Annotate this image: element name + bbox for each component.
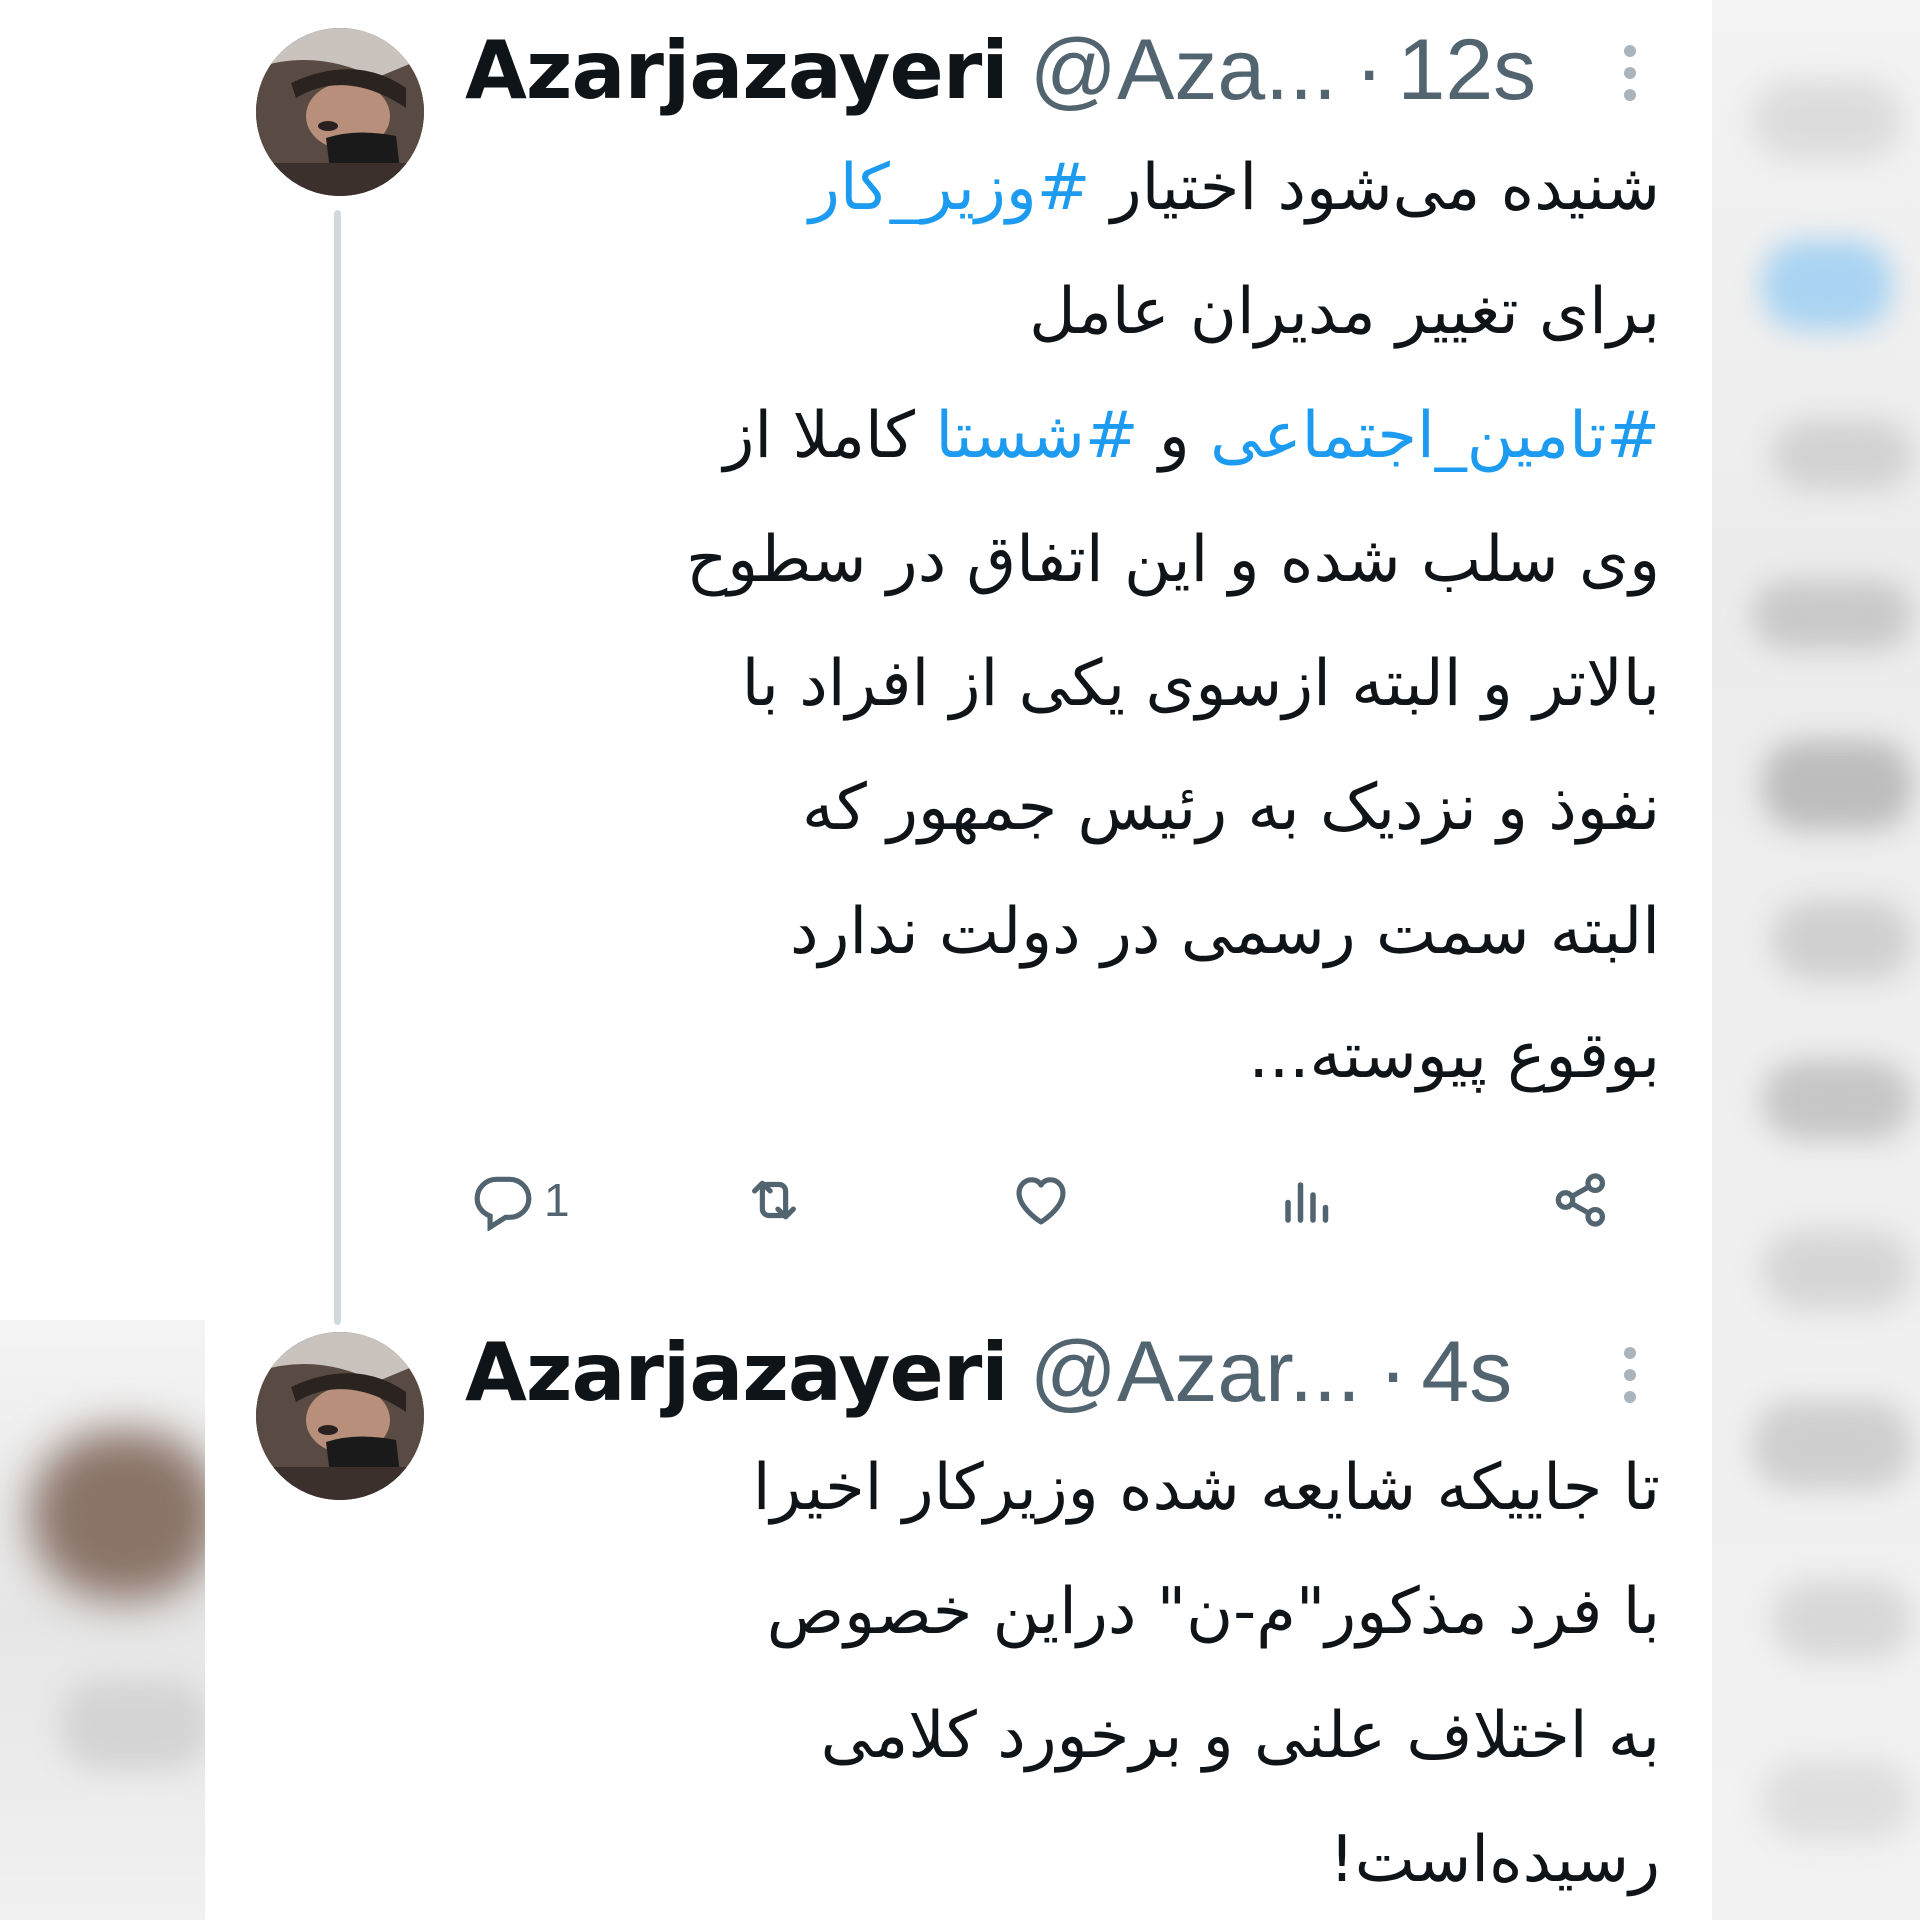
tweet-text-line: رسیده‌است! [470,1798,1660,1920]
tweet-text-line: وی سلب شده و این اتفاق در سطوح [470,498,1660,622]
tweet-text-segment: تا جاییکه شایعه شده وزیرکار اخیرا [752,1451,1660,1525]
tweet-text-line: بوقوع پیوسته... [470,994,1660,1118]
more-vertical-icon[interactable] [1615,1340,1645,1410]
tweet-text-segment: با فرد مذکور"م-ن" دراین خصوص [766,1575,1660,1649]
tweet-text-line: #تامین_اجتماعی و #شستا کاملا از [470,374,1661,498]
tweet-text-segment: البته سمت رسمی در دولت ندارد [789,895,1660,969]
display-name[interactable]: Azarjazayeri [465,1326,1009,1419]
tweet-text-line: برای تغییر مدیران عامل [470,250,1660,374]
tweet-text-line: شنیده می‌شود اختیار #وزیر_کار [470,126,1660,250]
views-button[interactable] [1278,1160,1338,1240]
tweet-header: Azarjazayeri @Azar... · 4s [465,1322,1512,1422]
avatar[interactable] [256,1332,424,1500]
user-handle[interactable]: @Aza... [1030,21,1337,120]
hashtag-link[interactable]: #شستا [935,399,1138,473]
tweet-timestamp[interactable]: 12s [1398,21,1537,120]
heart-icon [1016,1177,1066,1225]
reply-button[interactable]: 1 [470,1160,570,1240]
tweet-text-line: بالاتر و البته ازسوی یکی از افراد با [470,622,1660,746]
tweet-text-segment: به اختلاف علنی و برخورد کلامی [820,1699,1660,1773]
tweet-actions-bar: 1 [470,1160,1650,1240]
tweet-text-line: به اختلاف علنی و برخورد کلامی [470,1674,1660,1798]
reply-icon [474,1176,532,1231]
separator-dot: · [1378,1323,1408,1420]
avatar[interactable] [256,28,424,196]
blurred-timeline-edge [1712,0,1920,1920]
retweet-icon [752,1180,796,1220]
tweet-text-segment: و [1138,399,1211,473]
hashtag-link[interactable]: #تامین_اجتماعی [1210,399,1660,473]
tweet-text-segment: بالاتر و البته ازسوی یکی از افراد با [741,647,1660,721]
tweet-text-segment: برای تغییر مدیران عامل [1029,275,1660,349]
like-button[interactable] [1008,1160,1074,1240]
blurred-background-edge [0,1320,205,1920]
tweet-text-line: تا جاییکه شایعه شده وزیرکار اخیرا [470,1426,1660,1550]
tweet-text-segment: شنیده می‌شود اختیار [1090,151,1660,225]
separator-dot: · [1354,21,1384,118]
tweet-text-line: البته سمت رسمی در دولت ندارد [470,870,1660,994]
user-handle[interactable]: @Azar... [1030,1323,1361,1422]
tweet-text-segment: نفوذ و نزدیک به رئیس جمهور که [802,771,1660,845]
tweet-header: Azarjazayeri @Aza... · 12s [465,20,1536,120]
tweet-text-segment: وی سلب شده و این اتفاق در سطوح [685,523,1660,597]
screenshot-page: Azarjazayeri @Aza... · 12s شنیده می‌شود … [0,0,1920,1920]
tweet-text-line: با فرد مذکور"م-ن" دراین خصوص [470,1550,1660,1674]
reply-count: 1 [544,1174,570,1226]
tweet-body: شنیده می‌شود اختیار #وزیر_کار برای تغییر … [470,126,1660,1118]
display-name[interactable]: Azarjazayeri [465,24,1009,117]
profile-photo-icon [256,1332,424,1500]
tweet-text-segment: رسیده‌است! [1329,1823,1660,1897]
profile-photo-icon [256,28,424,196]
tweet-text-segment: بوقوع پیوسته... [1248,1019,1660,1093]
share-button[interactable] [1548,1160,1614,1240]
tweet-timestamp[interactable]: 4s [1421,1323,1512,1422]
tweet-body: تا جاییکه شایعه شده وزیرکار اخیرا با فرد … [470,1426,1660,1920]
tweet-text-line: نفوذ و نزدیک به رئیس جمهور که [470,746,1660,870]
tweet-text-segment: کاملا از [723,399,936,473]
more-vertical-icon[interactable] [1615,38,1645,108]
retweet-button[interactable] [738,1160,810,1240]
share-icon [1555,1173,1606,1227]
views-icon [1285,1182,1329,1223]
hashtag-link[interactable]: #وزیر_کار [809,151,1090,225]
thread-connector-line [334,210,341,1325]
